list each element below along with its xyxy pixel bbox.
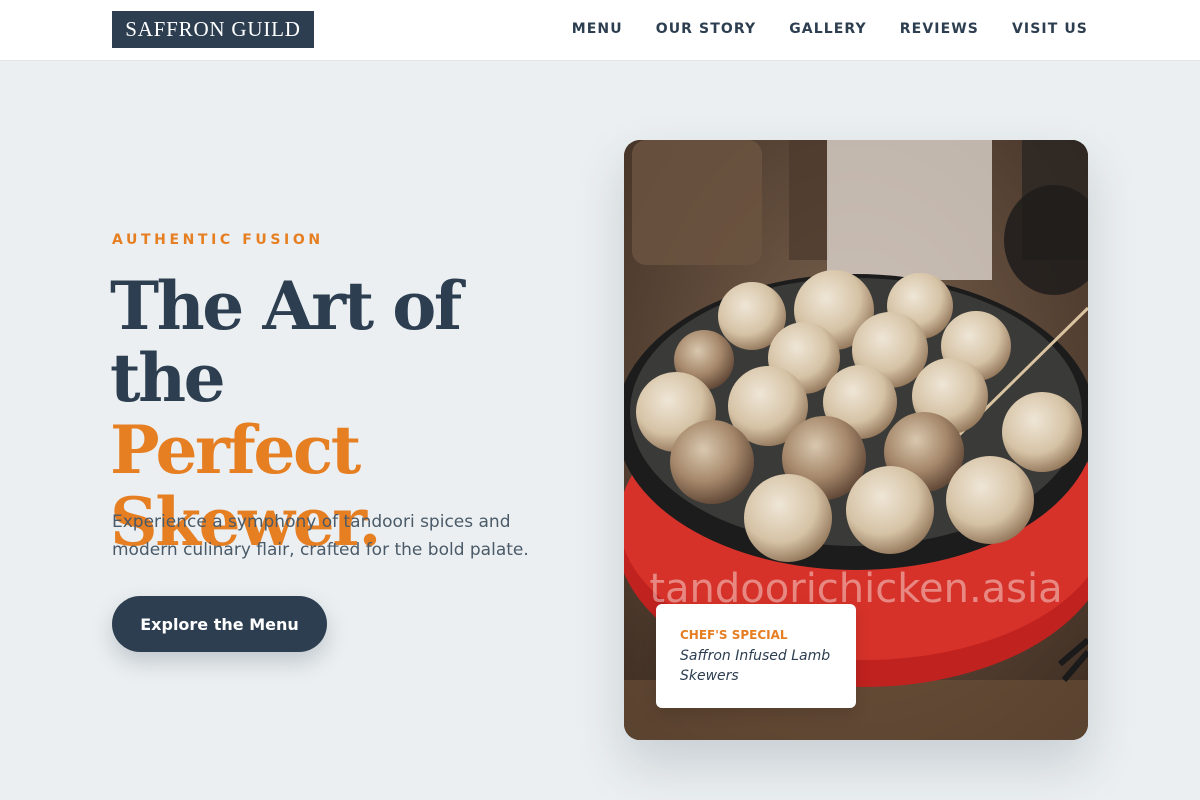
headline-line-1: The Art of the [110,267,462,417]
explore-menu-button[interactable]: Explore the Menu [112,596,327,652]
chefs-special-label: CHEF'S SPECIAL [680,628,788,642]
nav-item-gallery[interactable]: GALLERY [789,19,867,39]
chefs-special-card: CHEF'S SPECIAL Saffron Infused Lamb Skew… [656,604,856,708]
nav-item-menu[interactable]: MENU [572,19,623,39]
nav-item-our-story[interactable]: OUR STORY [656,19,757,39]
hero-description: Experience a symphony of tandoori spices… [112,512,529,560]
hero-eyebrow: AUTHENTIC FUSION [112,232,324,248]
nav-item-reviews[interactable]: REVIEWS [900,19,979,39]
nav-item-visit-us[interactable]: VISIT US [1012,19,1088,39]
brand-logo[interactable]: SAFFRON GUILD [112,11,314,48]
site-header: SAFFRON GUILD MENU OUR STORY GALLERY REV… [0,0,1200,61]
main-nav: MENU OUR STORY GALLERY REVIEWS VISIT US [572,19,1088,39]
headline-line-2: Perfect [110,411,361,489]
chefs-special-dish: Saffron Infused Lamb Skewers [680,648,831,684]
